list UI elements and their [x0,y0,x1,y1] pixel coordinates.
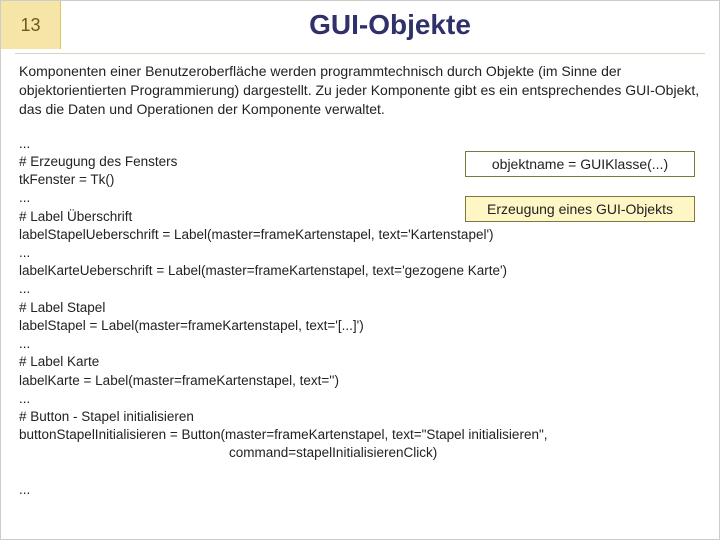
code-line: # Label Karte [19,354,99,369]
code-line: ... [19,245,30,260]
code-line: labelKarteUeberschrift = Label(master=fr… [19,263,507,278]
code-line: # Button - Stapel initialisieren [19,409,194,424]
code-line: labelStapel = Label(master=frameKartenst… [19,318,364,333]
code-line: labelKarte = Label(master=frameKartensta… [19,373,339,388]
code-line: ... [19,482,30,497]
code-line: # Erzeugung des Fensters [19,154,177,169]
code-line: tkFenster = Tk() [19,172,114,187]
code-line: labelStapelUeberschrift = Label(master=f… [19,227,494,242]
code-line: command=stapelInitialisierenClick) [19,444,701,462]
code-line: ... [19,190,30,205]
code-line: buttonStapelInitialisieren = Button(mast… [19,427,548,442]
header-divider [15,53,705,54]
code-line: # Label Stapel [19,300,105,315]
slide-header: 13 GUI-Objekte [1,1,719,49]
slide-title: GUI-Objekte [309,9,471,41]
code-line: ... [19,281,30,296]
title-wrap: GUI-Objekte [61,1,719,49]
slide: 13 GUI-Objekte Komponenten einer Benutze… [0,0,720,540]
code-line: # Label Überschrift [19,209,132,224]
code-line: ... [19,336,30,351]
slide-number: 13 [1,1,61,49]
code-line: ... [19,136,30,151]
intro-paragraph: Komponenten einer Benutzeroberfläche wer… [1,62,719,129]
code-line: ... [19,391,30,406]
code-block: ... # Erzeugung des Fensters tkFenster =… [1,129,719,507]
